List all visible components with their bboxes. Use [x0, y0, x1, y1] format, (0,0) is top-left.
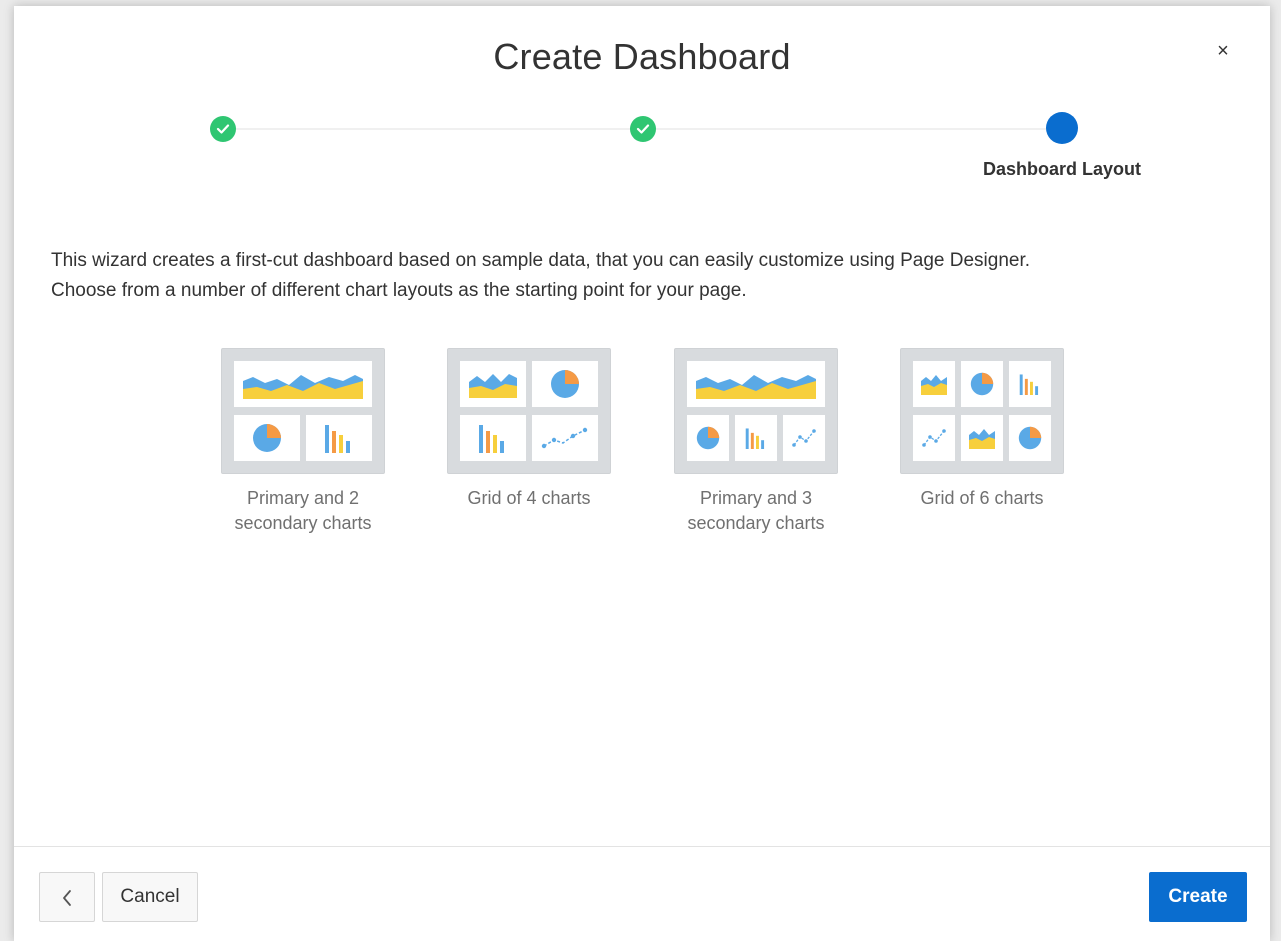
- chart-cell: [961, 361, 1003, 407]
- back-button[interactable]: [39, 872, 95, 922]
- pie-chart-icon: [696, 426, 720, 450]
- wizard-connector: [656, 128, 1062, 130]
- chevron-left-icon: [63, 890, 71, 906]
- chart-cell: [532, 361, 598, 407]
- secondary-chart-cell: [783, 415, 825, 461]
- layout-thumbnail: [221, 348, 385, 474]
- bar-chart-icon: [1019, 374, 1039, 395]
- primary-chart-cell: [687, 361, 825, 407]
- layout-primary-2-secondary[interactable]: Primary and 2 secondary charts: [221, 348, 387, 536]
- layout-label-line: Primary and 2: [246, 488, 360, 508]
- wizard-progress: Dashboard Layout: [14, 6, 1270, 196]
- layout-label: Grid of 4 charts: [447, 486, 611, 511]
- create-button[interactable]: Create: [1149, 872, 1247, 922]
- intro-line: Choose from a number of different chart …: [51, 280, 747, 301]
- layout-thumbnail: [447, 348, 611, 474]
- layout-label: Grid of 6 charts: [900, 486, 1064, 511]
- chart-cell: [532, 415, 598, 461]
- wizard-step-2-complete: [630, 116, 656, 142]
- layout-thumbnail: [674, 348, 838, 474]
- chart-cell: [961, 415, 1003, 461]
- line-chart-icon: [792, 429, 816, 447]
- checkmark-icon: [636, 124, 650, 134]
- bar-chart-icon: [325, 425, 350, 453]
- primary-chart-cell: [234, 361, 372, 407]
- pie-chart-icon: [253, 424, 281, 452]
- line-chart-icon: [541, 427, 588, 449]
- layout-options: Primary and 2 secondary charts Grid of 4…: [14, 348, 1270, 568]
- wizard-step-3-current: [1046, 112, 1078, 144]
- area-chart-icon: [921, 375, 947, 395]
- area-chart-icon: [469, 374, 517, 398]
- intro-line: This wizard creates a first-cut dashboar…: [51, 250, 1031, 271]
- chart-cell: [1009, 361, 1051, 407]
- chart-cell: [1009, 415, 1051, 461]
- cancel-button[interactable]: Cancel: [102, 872, 198, 922]
- layout-label: Primary and 3 secondary charts: [674, 486, 838, 536]
- chart-cell: [460, 361, 526, 407]
- area-chart-icon: [969, 429, 995, 449]
- layout-label-line: Grid of 4 charts: [467, 488, 591, 508]
- pie-chart-icon: [551, 370, 579, 398]
- secondary-chart-cell: [687, 415, 729, 461]
- intro-text: This wizard creates a first-cut dashboar…: [51, 246, 1231, 306]
- layout-grid-6[interactable]: Grid of 6 charts: [900, 348, 1066, 511]
- dialog-footer: Cancel Create: [14, 846, 1270, 941]
- create-dashboard-dialog: Create Dashboard × Dashboard Layout This…: [14, 6, 1270, 941]
- wizard-connector: [236, 128, 642, 130]
- secondary-chart-cell: [234, 415, 300, 461]
- layout-label: Primary and 2 secondary charts: [221, 486, 385, 536]
- layout-label-line: secondary charts: [234, 513, 372, 533]
- bar-chart-icon: [745, 428, 765, 449]
- chart-cell: [913, 361, 955, 407]
- layout-label-line: secondary charts: [687, 513, 825, 533]
- secondary-chart-cell: [735, 415, 777, 461]
- checkmark-icon: [216, 124, 230, 134]
- layout-thumbnail: [900, 348, 1064, 474]
- layout-label-line: Primary and 3: [699, 488, 813, 508]
- layout-label-line: Grid of 6 charts: [920, 488, 1044, 508]
- layout-grid-4[interactable]: Grid of 4 charts: [447, 348, 613, 511]
- area-chart-icon: [696, 375, 816, 399]
- layout-primary-3-secondary[interactable]: Primary and 3 secondary charts: [674, 348, 840, 536]
- wizard-step-1-complete: [210, 116, 236, 142]
- chart-cell: [460, 415, 526, 461]
- line-chart-icon: [922, 429, 946, 447]
- pie-chart-icon: [970, 372, 994, 396]
- bar-chart-icon: [479, 425, 504, 453]
- area-chart-icon: [243, 375, 363, 399]
- chart-cell: [913, 415, 955, 461]
- wizard-step-label: Dashboard Layout: [982, 159, 1142, 179]
- secondary-chart-cell: [306, 415, 372, 461]
- pie-chart-icon: [1018, 426, 1042, 450]
